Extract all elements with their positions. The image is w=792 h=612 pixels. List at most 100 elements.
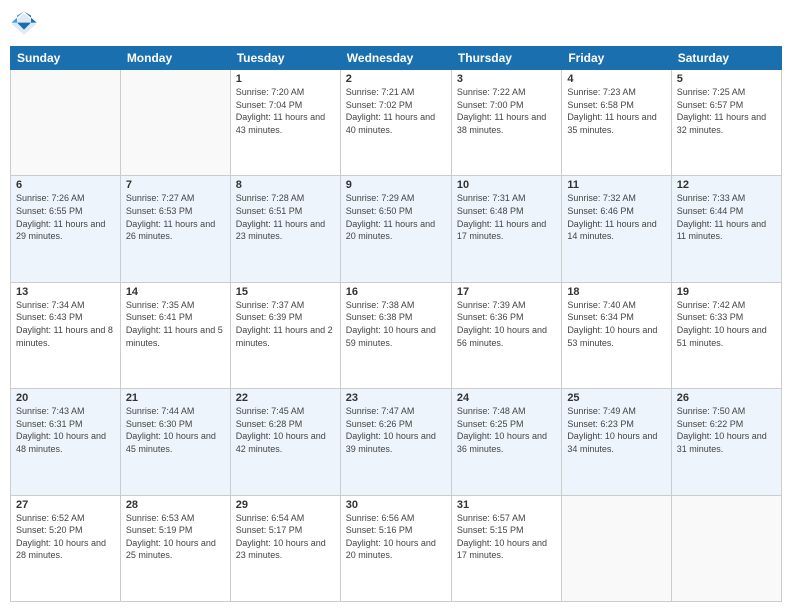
day-info: Sunrise: 7:33 AMSunset: 6:44 PMDaylight:…	[677, 192, 776, 242]
day-info: Sunrise: 7:20 AMSunset: 7:04 PMDaylight:…	[236, 86, 335, 136]
day-info: Sunrise: 7:21 AMSunset: 7:02 PMDaylight:…	[346, 86, 446, 136]
calendar-week-row: 20Sunrise: 7:43 AMSunset: 6:31 PMDayligh…	[11, 389, 782, 495]
day-info: Sunrise: 7:23 AMSunset: 6:58 PMDaylight:…	[567, 86, 665, 136]
weekday-header: Friday	[562, 47, 671, 70]
day-info: Sunrise: 7:34 AMSunset: 6:43 PMDaylight:…	[16, 299, 115, 349]
calendar-cell: 17Sunrise: 7:39 AMSunset: 6:36 PMDayligh…	[451, 282, 561, 388]
day-info: Sunrise: 7:48 AMSunset: 6:25 PMDaylight:…	[457, 405, 556, 455]
day-number: 14	[126, 286, 225, 298]
day-number: 16	[346, 286, 446, 298]
calendar-cell: 6Sunrise: 7:26 AMSunset: 6:55 PMDaylight…	[11, 176, 121, 282]
calendar-cell	[120, 70, 230, 176]
day-number: 24	[457, 392, 556, 404]
day-number: 5	[677, 73, 776, 85]
day-number: 22	[236, 392, 335, 404]
calendar-cell: 27Sunrise: 6:52 AMSunset: 5:20 PMDayligh…	[11, 495, 121, 601]
calendar-cell: 4Sunrise: 7:23 AMSunset: 6:58 PMDaylight…	[562, 70, 671, 176]
calendar-cell: 30Sunrise: 6:56 AMSunset: 5:16 PMDayligh…	[340, 495, 451, 601]
calendar-week-row: 1Sunrise: 7:20 AMSunset: 7:04 PMDaylight…	[11, 70, 782, 176]
day-number: 29	[236, 499, 335, 511]
calendar-cell: 2Sunrise: 7:21 AMSunset: 7:02 PMDaylight…	[340, 70, 451, 176]
calendar-cell: 29Sunrise: 6:54 AMSunset: 5:17 PMDayligh…	[230, 495, 340, 601]
day-info: Sunrise: 7:29 AMSunset: 6:50 PMDaylight:…	[346, 192, 446, 242]
calendar-cell: 16Sunrise: 7:38 AMSunset: 6:38 PMDayligh…	[340, 282, 451, 388]
day-number: 27	[16, 499, 115, 511]
day-info: Sunrise: 6:57 AMSunset: 5:15 PMDaylight:…	[457, 512, 556, 562]
calendar-cell	[562, 495, 671, 601]
calendar-cell: 1Sunrise: 7:20 AMSunset: 7:04 PMDaylight…	[230, 70, 340, 176]
calendar-cell: 26Sunrise: 7:50 AMSunset: 6:22 PMDayligh…	[671, 389, 781, 495]
calendar-cell: 15Sunrise: 7:37 AMSunset: 6:39 PMDayligh…	[230, 282, 340, 388]
calendar-cell: 25Sunrise: 7:49 AMSunset: 6:23 PMDayligh…	[562, 389, 671, 495]
day-number: 9	[346, 179, 446, 191]
day-info: Sunrise: 7:28 AMSunset: 6:51 PMDaylight:…	[236, 192, 335, 242]
calendar-cell: 18Sunrise: 7:40 AMSunset: 6:34 PMDayligh…	[562, 282, 671, 388]
day-number: 11	[567, 179, 665, 191]
day-number: 1	[236, 73, 335, 85]
weekday-header: Tuesday	[230, 47, 340, 70]
day-number: 20	[16, 392, 115, 404]
day-info: Sunrise: 7:49 AMSunset: 6:23 PMDaylight:…	[567, 405, 665, 455]
calendar-cell: 9Sunrise: 7:29 AMSunset: 6:50 PMDaylight…	[340, 176, 451, 282]
day-number: 8	[236, 179, 335, 191]
day-number: 19	[677, 286, 776, 298]
day-info: Sunrise: 6:53 AMSunset: 5:19 PMDaylight:…	[126, 512, 225, 562]
day-info: Sunrise: 7:39 AMSunset: 6:36 PMDaylight:…	[457, 299, 556, 349]
day-info: Sunrise: 7:22 AMSunset: 7:00 PMDaylight:…	[457, 86, 556, 136]
calendar-cell: 21Sunrise: 7:44 AMSunset: 6:30 PMDayligh…	[120, 389, 230, 495]
day-info: Sunrise: 7:27 AMSunset: 6:53 PMDaylight:…	[126, 192, 225, 242]
logo-icon	[10, 10, 38, 38]
day-number: 25	[567, 392, 665, 404]
day-info: Sunrise: 7:37 AMSunset: 6:39 PMDaylight:…	[236, 299, 335, 349]
weekday-header: Saturday	[671, 47, 781, 70]
day-info: Sunrise: 6:54 AMSunset: 5:17 PMDaylight:…	[236, 512, 335, 562]
weekday-header: Sunday	[11, 47, 121, 70]
calendar-cell	[671, 495, 781, 601]
calendar-cell: 7Sunrise: 7:27 AMSunset: 6:53 PMDaylight…	[120, 176, 230, 282]
day-info: Sunrise: 7:35 AMSunset: 6:41 PMDaylight:…	[126, 299, 225, 349]
day-info: Sunrise: 7:40 AMSunset: 6:34 PMDaylight:…	[567, 299, 665, 349]
calendar-cell: 22Sunrise: 7:45 AMSunset: 6:28 PMDayligh…	[230, 389, 340, 495]
calendar-cell: 8Sunrise: 7:28 AMSunset: 6:51 PMDaylight…	[230, 176, 340, 282]
day-number: 2	[346, 73, 446, 85]
day-info: Sunrise: 7:45 AMSunset: 6:28 PMDaylight:…	[236, 405, 335, 455]
day-info: Sunrise: 6:52 AMSunset: 5:20 PMDaylight:…	[16, 512, 115, 562]
calendar-table: SundayMondayTuesdayWednesdayThursdayFrid…	[10, 46, 782, 602]
calendar-cell: 31Sunrise: 6:57 AMSunset: 5:15 PMDayligh…	[451, 495, 561, 601]
weekday-header: Monday	[120, 47, 230, 70]
calendar-cell: 28Sunrise: 6:53 AMSunset: 5:19 PMDayligh…	[120, 495, 230, 601]
calendar-week-row: 13Sunrise: 7:34 AMSunset: 6:43 PMDayligh…	[11, 282, 782, 388]
calendar-cell: 10Sunrise: 7:31 AMSunset: 6:48 PMDayligh…	[451, 176, 561, 282]
calendar-cell: 20Sunrise: 7:43 AMSunset: 6:31 PMDayligh…	[11, 389, 121, 495]
calendar-cell: 24Sunrise: 7:48 AMSunset: 6:25 PMDayligh…	[451, 389, 561, 495]
calendar-cell: 23Sunrise: 7:47 AMSunset: 6:26 PMDayligh…	[340, 389, 451, 495]
weekday-header: Wednesday	[340, 47, 451, 70]
day-info: Sunrise: 7:50 AMSunset: 6:22 PMDaylight:…	[677, 405, 776, 455]
day-number: 12	[677, 179, 776, 191]
day-number: 30	[346, 499, 446, 511]
day-number: 6	[16, 179, 115, 191]
day-number: 18	[567, 286, 665, 298]
day-info: Sunrise: 7:25 AMSunset: 6:57 PMDaylight:…	[677, 86, 776, 136]
calendar-cell	[11, 70, 121, 176]
weekday-header: Thursday	[451, 47, 561, 70]
calendar-cell: 19Sunrise: 7:42 AMSunset: 6:33 PMDayligh…	[671, 282, 781, 388]
day-info: Sunrise: 7:44 AMSunset: 6:30 PMDaylight:…	[126, 405, 225, 455]
page-header	[10, 10, 782, 38]
day-number: 7	[126, 179, 225, 191]
calendar-cell: 11Sunrise: 7:32 AMSunset: 6:46 PMDayligh…	[562, 176, 671, 282]
day-number: 13	[16, 286, 115, 298]
day-number: 3	[457, 73, 556, 85]
calendar-cell: 14Sunrise: 7:35 AMSunset: 6:41 PMDayligh…	[120, 282, 230, 388]
calendar-cell: 5Sunrise: 7:25 AMSunset: 6:57 PMDaylight…	[671, 70, 781, 176]
day-number: 21	[126, 392, 225, 404]
day-number: 28	[126, 499, 225, 511]
calendar-cell: 13Sunrise: 7:34 AMSunset: 6:43 PMDayligh…	[11, 282, 121, 388]
day-number: 23	[346, 392, 446, 404]
day-info: Sunrise: 7:43 AMSunset: 6:31 PMDaylight:…	[16, 405, 115, 455]
day-info: Sunrise: 7:47 AMSunset: 6:26 PMDaylight:…	[346, 405, 446, 455]
day-info: Sunrise: 7:42 AMSunset: 6:33 PMDaylight:…	[677, 299, 776, 349]
day-info: Sunrise: 7:26 AMSunset: 6:55 PMDaylight:…	[16, 192, 115, 242]
calendar-week-row: 6Sunrise: 7:26 AMSunset: 6:55 PMDaylight…	[11, 176, 782, 282]
day-number: 26	[677, 392, 776, 404]
